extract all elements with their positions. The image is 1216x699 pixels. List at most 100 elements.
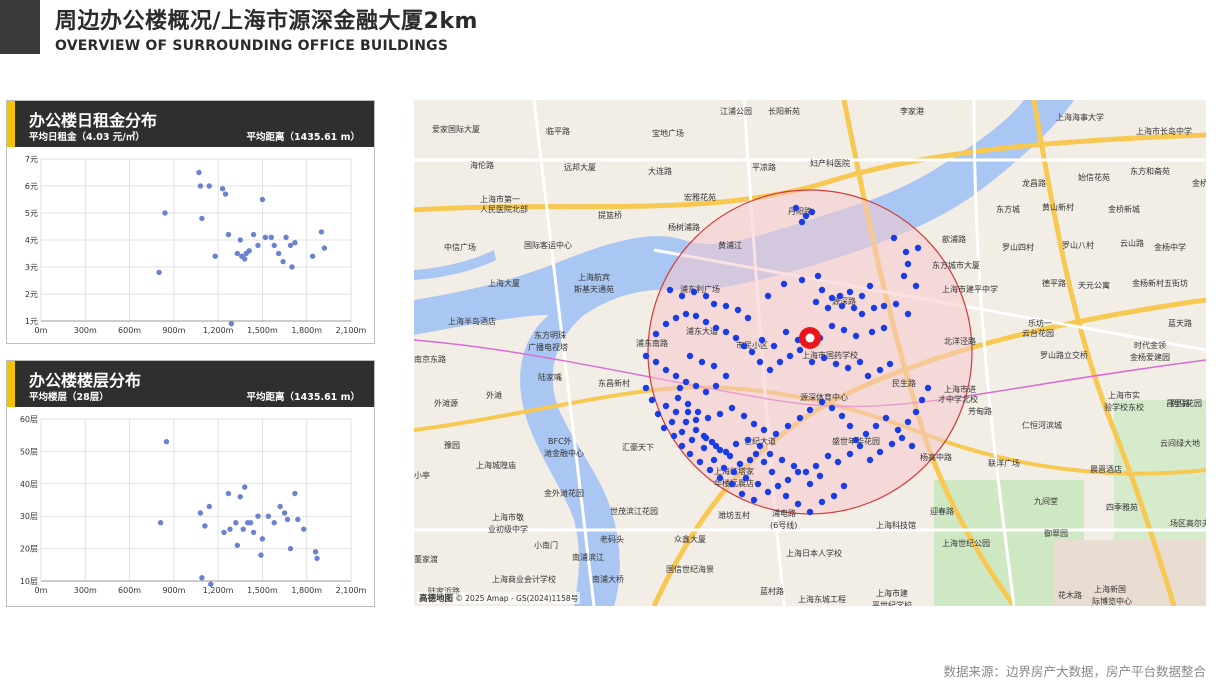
office-building-marker — [856, 442, 864, 450]
office-building-marker — [840, 482, 848, 490]
map-place-label: 斯基天通苑 — [574, 284, 614, 294]
map-place-label: 乐坊一 — [1028, 318, 1052, 328]
map-place-label: 世茂滨江花园 — [610, 506, 658, 516]
map-place-label: 宝地广场 — [652, 128, 684, 138]
center-marker[interactable] — [799, 327, 821, 349]
map-place-label: 上海市国药学校 — [802, 350, 858, 360]
scatter-point — [197, 183, 204, 189]
office-building-marker — [742, 474, 750, 482]
y-tick-label: 60层 — [20, 415, 38, 424]
map-place-label: 晨晋酒店 — [1090, 464, 1122, 474]
map-canvas[interactable]: 江浦公园 长阳新苑 李家港上海海事大学爱家国际大厦 临平路 宝地广场 上海市长岛中学海伦路… — [414, 100, 1206, 606]
office-building-marker — [794, 468, 802, 476]
office-building-marker — [892, 300, 900, 308]
map-place-label: 南浦滨江 — [572, 552, 604, 562]
office-building-marker — [682, 418, 690, 426]
office-building-marker — [818, 498, 826, 506]
office-building-marker — [692, 382, 700, 390]
scatter-point — [271, 242, 277, 249]
map-place-label: 南浦大桥 — [592, 574, 624, 584]
x-tick-label: 1,500m — [247, 326, 278, 335]
office-building-marker — [796, 346, 804, 354]
scatter-point — [268, 234, 274, 240]
office-building-marker — [846, 422, 854, 430]
map-place-label: 李家港 — [900, 106, 924, 116]
rent-distance-note: 平均距离（1435.61 m） — [246, 132, 360, 143]
office-building-marker — [678, 442, 686, 450]
office-building-marker — [672, 372, 680, 380]
map-place-label: 上海商业会计学校 — [492, 574, 556, 584]
office-building-marker — [722, 302, 730, 310]
scatter-point — [255, 242, 261, 249]
office-building-marker — [754, 480, 762, 488]
office-building-marker — [700, 432, 708, 440]
map-place-label: 四季雅苑 — [1106, 502, 1138, 512]
office-building-marker — [802, 468, 810, 476]
office-building-marker — [708, 438, 716, 446]
office-building-marker — [818, 286, 826, 294]
office-building-marker — [824, 452, 832, 460]
office-building-marker — [760, 426, 768, 434]
office-building-marker — [904, 260, 912, 268]
office-building-marker — [802, 212, 810, 220]
scatter-point — [219, 186, 226, 192]
office-building-marker — [880, 324, 888, 332]
office-building-marker — [824, 304, 832, 312]
office-building-marker — [866, 456, 874, 464]
office-building-marker — [784, 476, 792, 484]
office-building-marker — [794, 500, 802, 508]
map-place-label: 花木路 — [1058, 590, 1082, 600]
map-place-label: 龙昌路 — [1022, 178, 1046, 188]
surrounding-map[interactable]: 江浦公园 长阳新苑 李家港 上海海事大学 爱家国际大厦 临平路 宝地广场 上海市长岛中学 海伦路… — [414, 100, 1206, 606]
map-place-label: 众鑫大厦 — [674, 534, 706, 544]
rent-distribution-panel: 办公楼日租金分布 平均日租金（4.03 元/㎡） 平均距离（1435.61 m）… — [6, 100, 375, 344]
scatter-point — [321, 245, 328, 251]
office-building-marker — [686, 450, 694, 458]
office-building-marker — [710, 300, 718, 308]
office-building-marker — [736, 460, 744, 468]
office-building-marker — [888, 440, 896, 448]
scatter-point — [234, 542, 241, 549]
rent-scatter-chart: 1元 2元 3元 4元 5元 6元 7元 0m 300m 600m 900m 1,200m 1,500m… — [25, 155, 367, 335]
y-tick-label: 7元 — [25, 155, 38, 164]
map-place-label: 妇产科医院 — [810, 158, 850, 168]
office-building-marker — [846, 450, 854, 458]
map-place-label: 际博览中心 — [1092, 596, 1132, 606]
office-building-marker — [786, 352, 794, 360]
office-building-marker — [750, 496, 758, 504]
office-building-marker — [836, 292, 844, 300]
office-building-marker — [706, 466, 714, 474]
office-building-marker — [858, 310, 866, 318]
scatter-point — [240, 526, 246, 532]
office-building-marker — [808, 208, 816, 216]
x-tick-label: 1,800m — [291, 586, 322, 595]
office-building-marker — [684, 400, 692, 408]
scatter-point — [258, 552, 264, 558]
map-place-label: 上海海事大学 — [1056, 112, 1104, 122]
office-building-marker — [672, 408, 680, 416]
office-building-marker — [716, 446, 724, 454]
map-place-label: 上海城隍庙 — [476, 460, 516, 470]
map-place-label: 仁恒河滨城 — [1022, 420, 1062, 430]
office-building-marker — [692, 312, 700, 320]
scatter-point — [318, 229, 325, 235]
office-building-marker — [668, 418, 676, 426]
map-place-label: 杨树浦路 — [668, 222, 700, 232]
map-place-label: 平世纪学校 — [872, 600, 912, 606]
y-tick-label: 40层 — [20, 480, 38, 489]
map-place-label: 场区高尔夫 — [1170, 518, 1206, 528]
map-place-label: 九间堂 — [1034, 496, 1058, 506]
map-place-label: 老码头 — [600, 534, 624, 544]
office-building-marker — [686, 352, 694, 360]
office-building-marker — [816, 472, 824, 480]
x-tick-label: 1,800m — [291, 326, 322, 335]
map-place-label: (6号线) — [770, 520, 797, 530]
office-building-marker — [812, 298, 820, 306]
map-place-label: 长阳新苑 — [768, 106, 800, 116]
map-place-label: 上海新国 — [1094, 584, 1126, 594]
office-building-marker — [642, 352, 650, 360]
office-building-marker — [744, 436, 752, 444]
floor-average-note: 平均楼层（28层） — [29, 392, 109, 403]
office-building-marker — [766, 450, 774, 458]
office-building-marker — [882, 414, 890, 422]
